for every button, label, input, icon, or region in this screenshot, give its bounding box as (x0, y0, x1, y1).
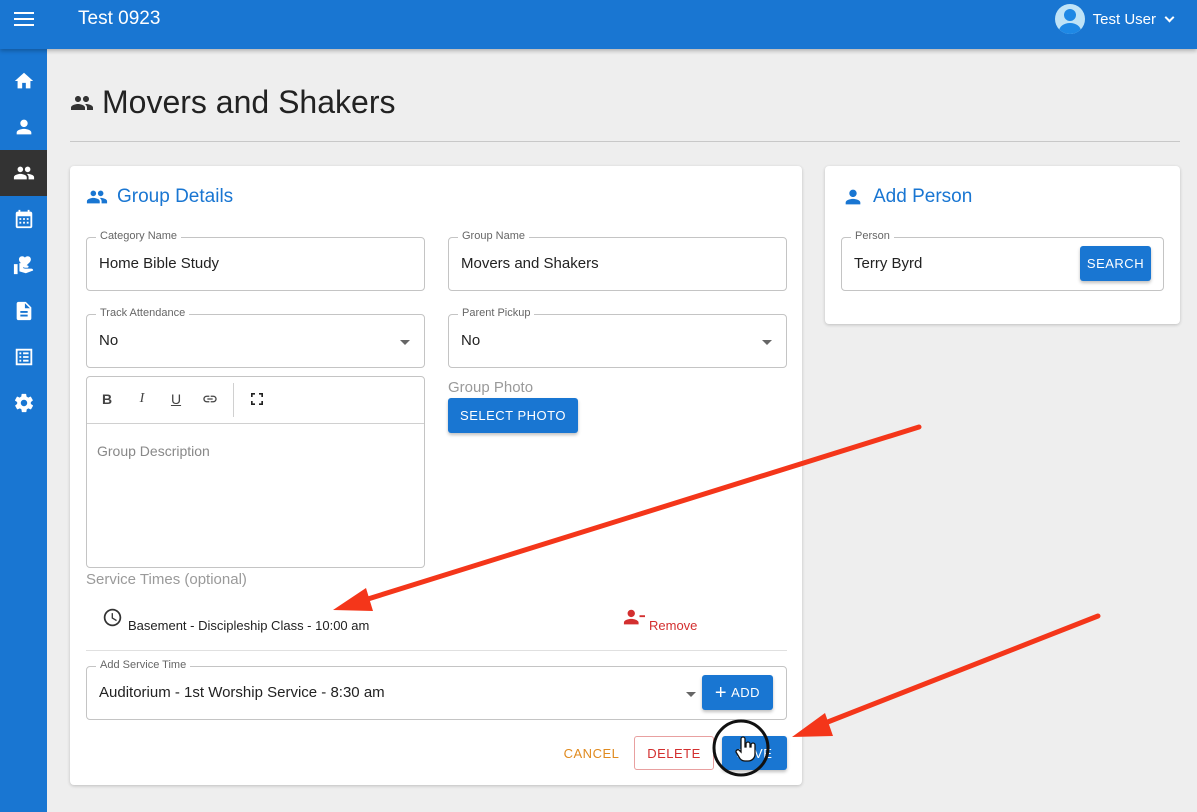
title-divider (70, 141, 1180, 142)
sidebar-item-documents[interactable] (0, 288, 47, 334)
add-service-time-value: Auditorium - 1st Worship Service - 8:30 … (99, 684, 385, 701)
user-menu[interactable]: Test User (1054, 4, 1175, 34)
person-value: Terry Byrd (854, 255, 923, 272)
track-attendance-value: No (99, 332, 119, 349)
group-name-label: Group Name (458, 230, 529, 242)
track-attendance-select[interactable]: Track Attendance No (86, 307, 425, 368)
category-name-label: Category Name (96, 230, 182, 242)
clock-icon (103, 608, 122, 627)
person-label: Person (851, 230, 894, 242)
dropdown-arrow-icon (400, 340, 410, 345)
chevron-down-icon (1164, 12, 1175, 22)
groups-icon (71, 95, 93, 110)
avatar (1054, 4, 1085, 34)
group-name-field[interactable]: Group Name Movers and Shakers (448, 230, 787, 291)
group-description-placeholder: Group Description (97, 443, 210, 459)
person-remove-icon (623, 609, 645, 625)
track-attendance-label: Track Attendance (96, 307, 190, 319)
page-title: Movers and Shakers (102, 84, 396, 120)
sidebar-item-people[interactable] (0, 104, 47, 150)
menu-icon[interactable] (14, 12, 34, 28)
italic-button[interactable]: I (133, 391, 151, 407)
app-title: Test 0923 (78, 8, 161, 29)
cancel-button[interactable]: CANCEL (555, 736, 628, 770)
editor-toolbar: B I U (87, 377, 424, 424)
group-photo-label: Group Photo (448, 379, 534, 396)
dropdown-arrow-icon (686, 692, 696, 697)
groups-icon (86, 190, 108, 204)
remove-label: Remove (649, 618, 698, 633)
parent-pickup-label: Parent Pickup (458, 307, 535, 319)
document-icon (16, 301, 31, 321)
service-time-item: Basement - Discipleship Class - 10:00 am… (102, 607, 702, 633)
sidebar-item-settings[interactable] (0, 380, 47, 426)
add-person-title: Add Person (873, 186, 973, 207)
service-times-label: Service Times (optional) (86, 571, 247, 588)
group-name-value: Movers and Shakers (461, 255, 599, 272)
add-label: ADD (731, 685, 761, 700)
sidebar-item-lists[interactable] (0, 334, 47, 380)
bold-button[interactable]: B (98, 391, 116, 407)
person-icon (16, 119, 31, 135)
group-description-editor[interactable]: B I U Group Description (86, 376, 425, 568)
person-icon (845, 189, 861, 205)
fullscreen-icon (251, 393, 263, 405)
parent-pickup-value: No (461, 332, 481, 349)
sidebar-item-donations[interactable] (0, 242, 47, 288)
plus-icon: + (714, 681, 728, 704)
sidebar-item-home[interactable] (0, 58, 47, 104)
add-service-time-label: Add Service Time (96, 659, 191, 671)
select-photo-button[interactable]: SELECT PHOTO (448, 398, 578, 433)
category-name-value: Home Bible Study (99, 255, 220, 272)
sidebar (0, 49, 47, 812)
groups-icon (13, 166, 34, 180)
search-button[interactable]: SEARCH (1080, 246, 1151, 281)
save-button[interactable]: SAVE (722, 736, 787, 770)
service-times-divider (86, 650, 787, 651)
group-details-title: Group Details (117, 186, 234, 207)
list-icon (15, 348, 32, 366)
calendar-icon (15, 209, 32, 229)
annotation-arrow-2 (812, 613, 1101, 730)
parent-pickup-select[interactable]: Parent Pickup No (448, 307, 787, 368)
user-name: Test User (1092, 10, 1156, 28)
donation-icon (13, 256, 33, 275)
dropdown-arrow-icon (762, 340, 772, 345)
add-service-time-button[interactable]: + ADD (702, 675, 773, 710)
page-header: Movers and Shakers (70, 84, 395, 121)
toolbar-divider (233, 383, 234, 417)
delete-button[interactable]: DELETE (634, 736, 714, 770)
sidebar-item-groups[interactable] (0, 150, 47, 196)
home-icon (14, 72, 33, 89)
group-details-header: Group Details (86, 186, 233, 208)
fullscreen-button[interactable] (248, 391, 266, 410)
settings-icon (14, 393, 33, 413)
add-person-header: Add Person (842, 186, 972, 208)
service-time-text: Basement - Discipleship Class - 10:00 am (128, 618, 370, 633)
top-app-bar: Test 0923 Test User (0, 0, 1197, 49)
add-service-time-select[interactable]: Add Service Time Auditorium - 1st Worshi… (86, 659, 787, 720)
link-icon (203, 395, 217, 403)
sidebar-item-calendar[interactable] (0, 196, 47, 242)
category-name-field[interactable]: Category Name Home Bible Study (86, 230, 425, 291)
underline-button[interactable]: U (167, 391, 185, 407)
link-button[interactable] (201, 391, 219, 410)
